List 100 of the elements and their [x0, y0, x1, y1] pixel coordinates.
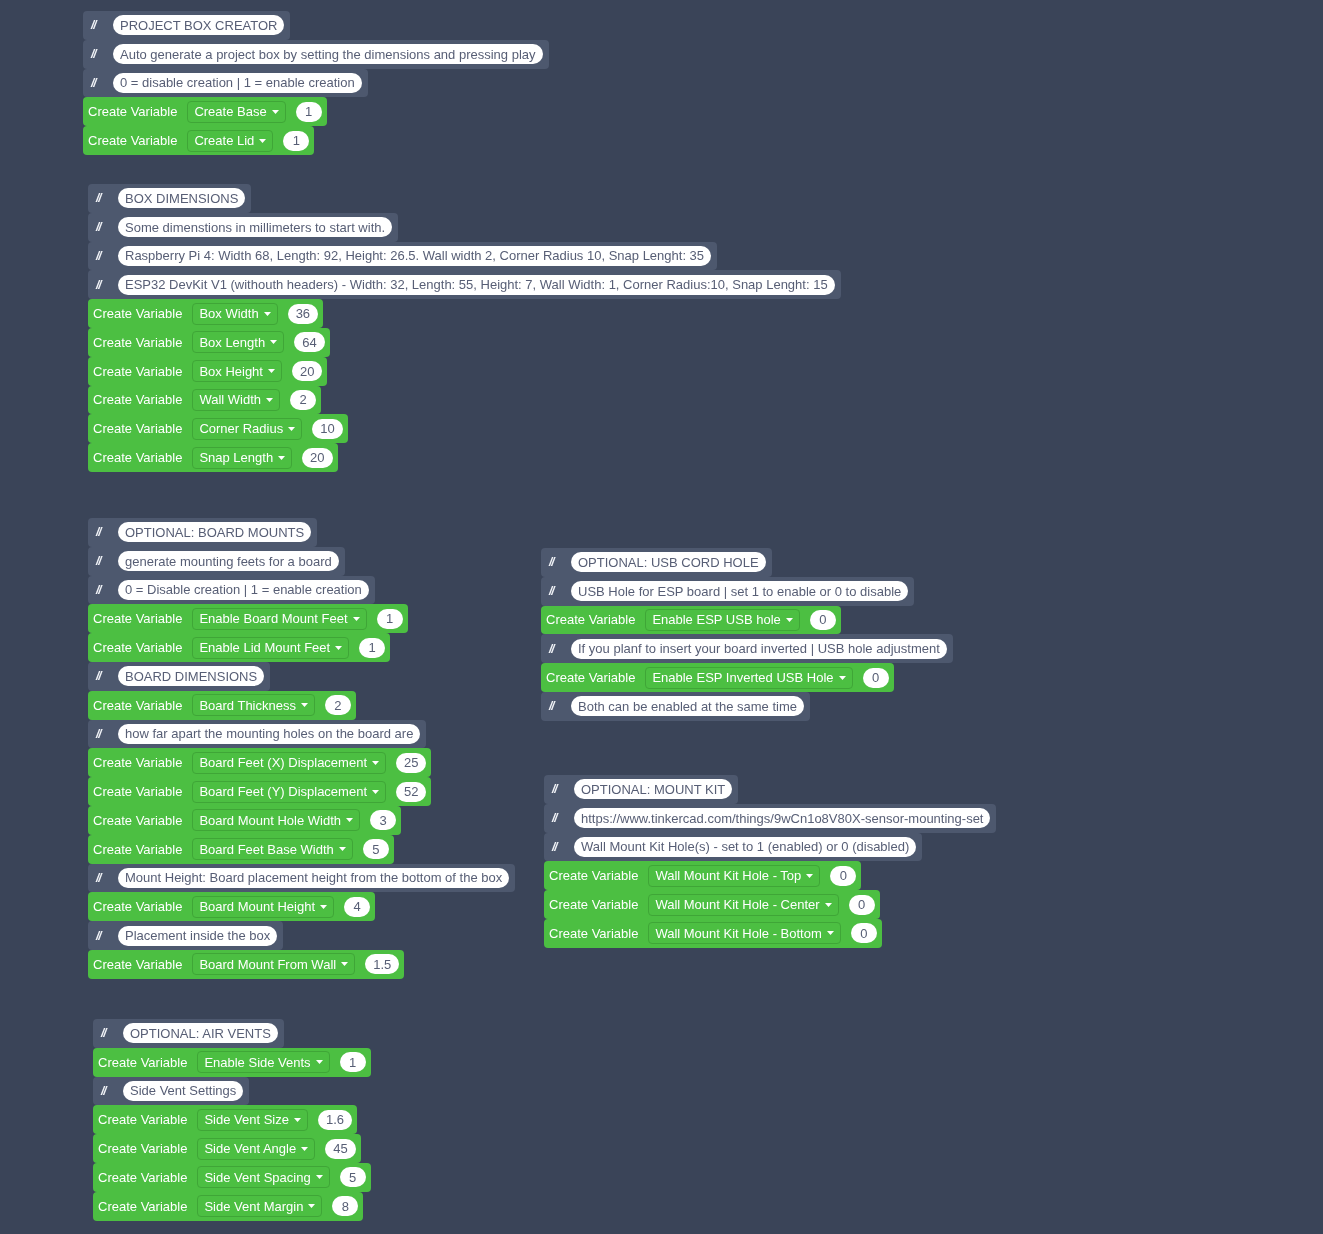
- comment-marker: //: [549, 555, 557, 570]
- comment-marker: //: [96, 669, 104, 684]
- value-field[interactable]: 0: [809, 610, 836, 630]
- comment-field[interactable]: 0 = disable creation | 1 = enable creation: [113, 73, 362, 93]
- comment-field[interactable]: OPTIONAL: MOUNT KIT: [574, 779, 733, 800]
- comment-marker: //: [96, 726, 104, 741]
- comment-field[interactable]: OPTIONAL: AIR VENTS: [123, 1023, 278, 1044]
- caret-icon: [806, 873, 814, 878]
- comment-field[interactable]: USB Hole for ESP board | set 1 to enable or 0 to disable: [571, 581, 909, 602]
- caret-icon: [341, 962, 349, 967]
- caret-icon: [259, 138, 267, 143]
- caret-icon: [263, 311, 271, 316]
- caret-icon: [267, 369, 275, 374]
- value-field[interactable]: 4: [344, 896, 370, 917]
- value-field[interactable]: 1: [295, 101, 322, 122]
- value-field[interactable]: 0: [830, 865, 857, 886]
- comment-field[interactable]: Wall Mount Kit Hole(s) - set to 1 (enabled) or 0 (disabled): [574, 837, 917, 857]
- value-field[interactable]: 2: [290, 389, 316, 410]
- caret-icon: [315, 1060, 323, 1065]
- block-label: Create Variable: [93, 611, 183, 627]
- value-field[interactable]: 36: [287, 303, 319, 324]
- comment-field[interactable]: If you planf to insert your board inverted | USB hole adjustment: [571, 638, 947, 659]
- block-label: Create Variable: [98, 1112, 188, 1128]
- comment-marker: //: [101, 1026, 109, 1041]
- block-label: Create Variable: [93, 392, 183, 408]
- value-field[interactable]: 25: [396, 752, 427, 773]
- comment-field[interactable]: Side Vent Settings: [123, 1081, 244, 1101]
- comment-field[interactable]: OPTIONAL: BOARD MOUNTS: [118, 522, 312, 543]
- caret-icon: [278, 455, 286, 460]
- value-field[interactable]: 0: [862, 667, 889, 688]
- value-field[interactable]: 64: [294, 332, 325, 353]
- value-field[interactable]: 1: [339, 1052, 366, 1073]
- value-field[interactable]: 10: [312, 418, 343, 439]
- caret-icon: [352, 616, 360, 621]
- block-label: Create Variable: [93, 450, 183, 466]
- comment-marker: //: [96, 191, 104, 206]
- block-label: Create Variable: [93, 640, 183, 656]
- value-field[interactable]: 1.5: [365, 954, 400, 975]
- block-label: Create Variable: [88, 133, 178, 149]
- comment-field[interactable]: generate mounting feets for a board: [118, 551, 339, 572]
- caret-icon: [288, 426, 296, 431]
- value-field[interactable]: 1: [283, 130, 310, 151]
- caret-icon: [266, 397, 273, 402]
- caret-icon: [338, 847, 346, 852]
- comment-field[interactable]: how far apart the mounting holes on the board are: [118, 723, 421, 744]
- comment-field[interactable]: OPTIONAL: USB CORD HOLE: [571, 552, 766, 573]
- caret-icon: [301, 1146, 309, 1151]
- comment-field[interactable]: Placement inside the box: [118, 925, 278, 946]
- value-field[interactable]: 20: [302, 447, 333, 468]
- block-label: Create Variable: [549, 868, 639, 884]
- block-label: Create Variable: [98, 1169, 188, 1185]
- block-label: Create Variable: [93, 956, 183, 972]
- comment-field[interactable]: 0 = Disable creation | 1 = enable creation: [118, 580, 369, 600]
- value-field[interactable]: 52: [396, 781, 427, 802]
- comment-field[interactable]: PROJECT BOX CREATOR: [113, 15, 285, 36]
- comment-field[interactable]: https://www.tinkercad.com/things/9wCn1o8V80X-sensor-mounting-set: [574, 808, 991, 829]
- value-field[interactable]: 1: [359, 637, 386, 658]
- block-label: Create Variable: [93, 784, 183, 800]
- value-field[interactable]: 1.6: [317, 1109, 352, 1130]
- value-field[interactable]: 8: [332, 1196, 359, 1217]
- caret-icon: [308, 1204, 316, 1209]
- block-label: Create Variable: [93, 812, 183, 828]
- block-label: Create Variable: [98, 1054, 188, 1070]
- comment-marker: //: [549, 584, 557, 599]
- value-field[interactable]: 0: [848, 894, 875, 915]
- comment-marker: //: [96, 277, 104, 292]
- value-field[interactable]: 2: [324, 695, 351, 716]
- comment-field[interactable]: Some dimenstions in millimeters to start with.: [118, 217, 393, 238]
- block-label: Create Variable: [93, 841, 183, 857]
- comment-field[interactable]: BOX DIMENSIONS: [118, 188, 246, 209]
- block-label: Create Variable: [546, 670, 636, 686]
- comment-field[interactable]: Auto generate a project box by setting the dimensions and pressing play: [113, 44, 543, 65]
- value-field[interactable]: 1: [376, 608, 403, 629]
- comment-field[interactable]: Mount Height: Board placement height from the bottom of the box: [118, 867, 510, 888]
- value-field[interactable]: 0: [850, 923, 877, 944]
- caret-icon: [335, 645, 343, 650]
- comment-marker: //: [91, 18, 99, 33]
- comment-field[interactable]: BOARD DIMENSIONS: [118, 666, 265, 687]
- caret-icon: [785, 618, 793, 622]
- value-field[interactable]: 5: [339, 1167, 366, 1188]
- block-label: Create Variable: [93, 334, 183, 350]
- comment-marker: //: [96, 249, 104, 263]
- value-field[interactable]: 20: [291, 361, 323, 382]
- block-label: Create Variable: [93, 363, 183, 379]
- caret-icon: [300, 703, 308, 708]
- block-label: Create Variable: [98, 1198, 188, 1214]
- block-label: Create Variable: [549, 925, 639, 941]
- comment-marker: //: [96, 525, 104, 540]
- caret-icon: [372, 760, 379, 765]
- caret-icon: [346, 818, 353, 823]
- caret-icon: [293, 1117, 301, 1122]
- comment-field[interactable]: ESP32 DevKit V1 (withouth headers) - Width: 32, Length: 55, Height: 7, Wall Width: 1, Corner Radius:10, Snap Lenght: 15: [118, 274, 835, 295]
- comment-marker: //: [96, 554, 104, 569]
- comment-field[interactable]: Both can be enabled at the same time: [571, 696, 804, 717]
- caret-icon: [838, 675, 846, 680]
- value-field[interactable]: 45: [325, 1138, 356, 1159]
- caret-icon: [270, 340, 278, 345]
- value-field[interactable]: 3: [370, 810, 396, 831]
- value-field[interactable]: 5: [362, 839, 389, 860]
- comment-field[interactable]: Raspberry Pi 4: Width 68, Length: 92, Height: 26.5. Wall width 2, Corner Radius 10, Snap Lenght: 35: [118, 246, 712, 266]
